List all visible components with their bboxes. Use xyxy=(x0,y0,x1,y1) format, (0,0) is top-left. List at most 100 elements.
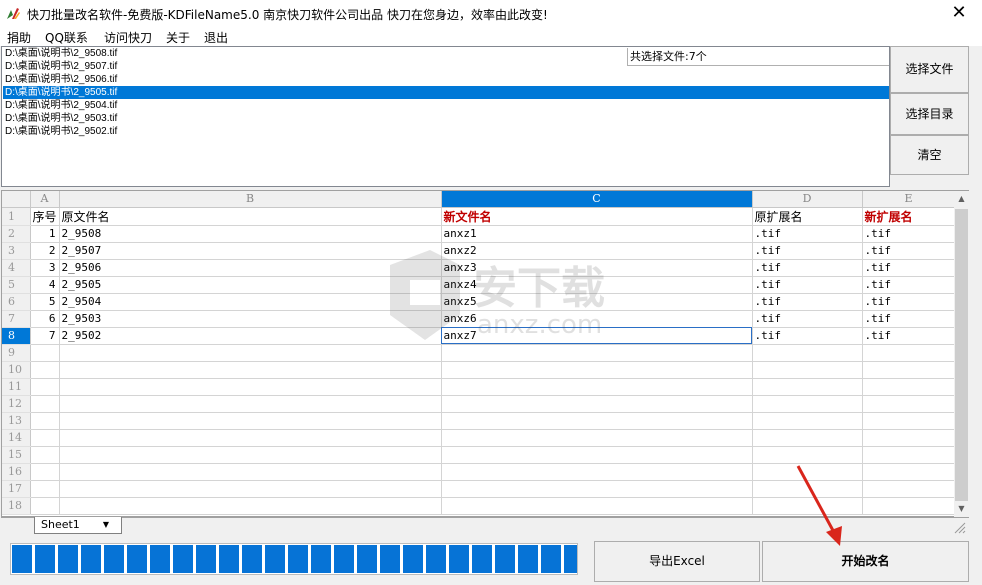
column-header-e[interactable]: E xyxy=(862,191,956,208)
header-new-ext[interactable]: 新扩展名 xyxy=(862,207,956,226)
empty-cell[interactable] xyxy=(59,463,442,481)
file-list-item[interactable]: D:\桌面\说明书\2_9503.tif xyxy=(3,112,889,125)
row-header[interactable]: 1 xyxy=(2,207,31,226)
file-list-item[interactable]: D:\桌面\说明书\2_9502.tif xyxy=(3,125,889,138)
empty-cell[interactable] xyxy=(59,446,442,464)
menu-about[interactable]: 关于 xyxy=(166,29,190,46)
empty-cell[interactable] xyxy=(441,480,753,498)
empty-cell[interactable] xyxy=(30,344,60,362)
cell-orig-name[interactable]: 2_9506 xyxy=(59,259,442,277)
cell-new-name[interactable]: anxz2 xyxy=(441,242,753,260)
empty-cell[interactable] xyxy=(862,446,956,464)
row-header[interactable]: 6 xyxy=(2,293,31,311)
row-header[interactable]: 14 xyxy=(2,429,31,447)
menu-exit[interactable]: 退出 xyxy=(204,29,228,46)
row-header[interactable]: 15 xyxy=(2,446,31,464)
cell-new-ext[interactable]: .tif xyxy=(862,327,956,345)
row-header[interactable]: 9 xyxy=(2,344,31,362)
empty-cell[interactable] xyxy=(752,412,863,430)
cell-orig-name[interactable]: 2_9508 xyxy=(59,225,442,243)
empty-cell[interactable] xyxy=(752,344,863,362)
empty-cell[interactable] xyxy=(441,429,753,447)
empty-cell[interactable] xyxy=(441,344,753,362)
file-list-item[interactable]: D:\桌面\说明书\2_9504.tif xyxy=(3,99,889,112)
row-header[interactable]: 3 xyxy=(2,242,31,260)
header-seq[interactable]: 序号 xyxy=(30,207,60,226)
row-header[interactable]: 18 xyxy=(2,497,31,515)
close-icon[interactable]: ✕ xyxy=(936,0,982,27)
row-header[interactable]: 16 xyxy=(2,463,31,481)
select-directory-button[interactable]: 选择目录 xyxy=(890,93,969,135)
row-header[interactable]: 17 xyxy=(2,480,31,498)
row-header[interactable]: 12 xyxy=(2,395,31,413)
export-excel-button[interactable]: 导出Excel xyxy=(594,541,760,582)
column-header-a[interactable]: A xyxy=(30,191,60,208)
empty-cell[interactable] xyxy=(441,446,753,464)
empty-cell[interactable] xyxy=(30,463,60,481)
empty-cell[interactable] xyxy=(862,412,956,430)
empty-cell[interactable] xyxy=(59,395,442,413)
menu-qq-contact[interactable]: QQ联系 xyxy=(45,29,88,46)
empty-cell[interactable] xyxy=(441,497,753,515)
cell-seq[interactable]: 4 xyxy=(30,276,60,294)
cell-new-name[interactable]: anxz5 xyxy=(441,293,753,311)
clear-button[interactable]: 清空 xyxy=(890,135,969,175)
scroll-down-icon[interactable]: ▼ xyxy=(954,501,969,517)
cell-seq[interactable]: 5 xyxy=(30,293,60,311)
row-header[interactable]: 7 xyxy=(2,310,31,328)
header-new-name[interactable]: 新文件名 xyxy=(441,207,753,226)
cell-seq[interactable]: 1 xyxy=(30,225,60,243)
empty-cell[interactable] xyxy=(862,463,956,481)
cell-orig-ext[interactable]: .tif xyxy=(752,276,863,294)
scrollbar-thumb[interactable] xyxy=(955,209,968,501)
empty-cell[interactable] xyxy=(59,344,442,362)
empty-cell[interactable] xyxy=(752,378,863,396)
cell-orig-ext[interactable]: .tif xyxy=(752,242,863,260)
grid-vertical-scrollbar[interactable]: ▲ ▼ xyxy=(954,191,969,517)
cell-orig-ext[interactable]: .tif xyxy=(752,259,863,277)
empty-cell[interactable] xyxy=(30,429,60,447)
empty-cell[interactable] xyxy=(30,395,60,413)
cell-new-ext[interactable]: .tif xyxy=(862,225,956,243)
row-header[interactable]: 4 xyxy=(2,259,31,277)
resize-grip-icon[interactable] xyxy=(952,520,966,534)
empty-cell[interactable] xyxy=(59,361,442,379)
chevron-down-icon[interactable]: ▼ xyxy=(103,517,109,533)
empty-cell[interactable] xyxy=(30,361,60,379)
empty-cell[interactable] xyxy=(30,497,60,515)
cell-seq[interactable]: 2 xyxy=(30,242,60,260)
cell-seq[interactable]: 3 xyxy=(30,259,60,277)
column-header-d[interactable]: D xyxy=(752,191,863,208)
header-orig-name[interactable]: 原文件名 xyxy=(59,207,442,226)
empty-cell[interactable] xyxy=(59,497,442,515)
cell-orig-name[interactable]: 2_9504 xyxy=(59,293,442,311)
empty-cell[interactable] xyxy=(30,446,60,464)
cell-orig-ext[interactable]: .tif xyxy=(752,310,863,328)
empty-cell[interactable] xyxy=(441,378,753,396)
empty-cell[interactable] xyxy=(862,429,956,447)
row-header[interactable]: 13 xyxy=(2,412,31,430)
cell-new-ext[interactable]: .tif xyxy=(862,310,956,328)
empty-cell[interactable] xyxy=(862,497,956,515)
menu-donate[interactable]: 捐助 xyxy=(7,29,31,46)
empty-cell[interactable] xyxy=(441,412,753,430)
row-header[interactable]: 5 xyxy=(2,276,31,294)
cell-new-name[interactable]: anxz4 xyxy=(441,276,753,294)
scroll-up-icon[interactable]: ▲ xyxy=(954,191,969,207)
cell-new-ext[interactable]: .tif xyxy=(862,276,956,294)
empty-cell[interactable] xyxy=(862,344,956,362)
cell-new-name-selected[interactable]: anxz7 xyxy=(441,327,753,345)
cell-new-name[interactable]: anxz1 xyxy=(441,225,753,243)
cell-new-name[interactable]: anxz6 xyxy=(441,310,753,328)
select-files-button[interactable]: 选择文件 xyxy=(890,46,969,93)
file-list-item-selected[interactable]: D:\桌面\说明书\2_9505.tif xyxy=(3,86,889,99)
file-list-item[interactable]: D:\桌面\说明书\2_9506.tif xyxy=(3,73,889,86)
menu-visit[interactable]: 访问快刀 xyxy=(104,29,152,46)
column-header-b[interactable]: B xyxy=(59,191,442,208)
column-header-c[interactable]: C xyxy=(441,191,753,208)
cell-orig-ext[interactable]: .tif xyxy=(752,225,863,243)
empty-cell[interactable] xyxy=(752,361,863,379)
cell-orig-name[interactable]: 2_9502 xyxy=(59,327,442,345)
cell-new-ext[interactable]: .tif xyxy=(862,259,956,277)
empty-cell[interactable] xyxy=(30,480,60,498)
